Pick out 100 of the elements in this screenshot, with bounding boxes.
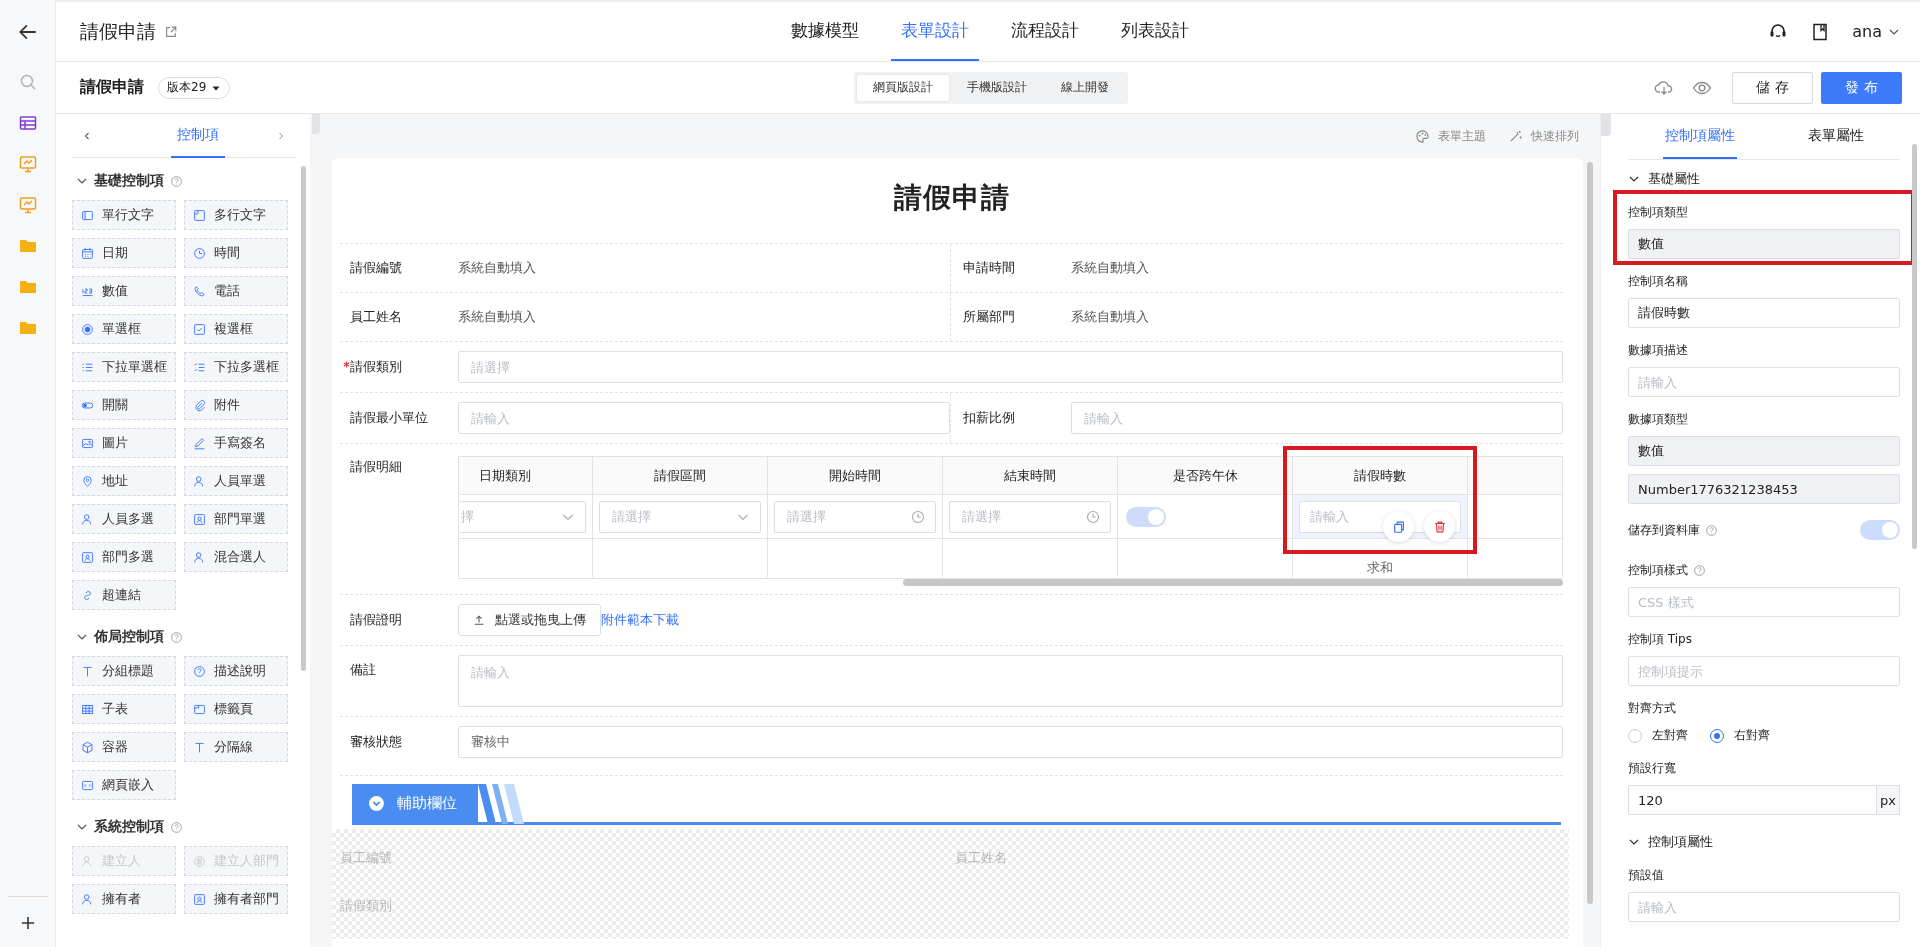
control-item[interactable]: 容器: [72, 732, 176, 762]
id-card-icon: [81, 550, 94, 564]
readonly-field[interactable]: 數值: [1628, 229, 1900, 259]
panel-tab[interactable]: 表單屬性: [1805, 114, 1866, 159]
help-icon[interactable]: [170, 174, 183, 188]
control-item[interactable]: 下拉單選框: [72, 352, 176, 382]
title-icon: [193, 740, 206, 754]
vertical-scrollbar[interactable]: [1587, 162, 1593, 904]
control-item[interactable]: 數值: [72, 276, 176, 306]
control-item[interactable]: 擁有者部門: [184, 884, 288, 914]
help-icon[interactable]: [1705, 523, 1718, 537]
panel-tab[interactable]: 控制項屬性: [1662, 114, 1737, 159]
text-input[interactable]: 請輸入: [1628, 892, 1900, 922]
save-button[interactable]: 儲 存: [1732, 71, 1813, 104]
control-item[interactable]: 標籤頁: [184, 694, 288, 724]
control-item[interactable]: 單選框: [72, 314, 176, 344]
control-item[interactable]: 混合選人: [184, 542, 288, 572]
control-item[interactable]: 開關: [72, 390, 176, 420]
control-item[interactable]: 電話: [184, 276, 288, 306]
text-input[interactable]: 審核中: [458, 726, 1563, 758]
external-link-icon[interactable]: [164, 24, 178, 39]
control-item[interactable]: 人員多選: [72, 504, 176, 534]
readonly-field[interactable]: 數值: [1628, 436, 1900, 466]
control-item[interactable]: 子表: [72, 694, 176, 724]
control-item[interactable]: 超連結: [72, 580, 176, 610]
user-menu[interactable]: ana: [1852, 22, 1900, 41]
pen-icon: [193, 436, 206, 450]
toggle-switch[interactable]: [1126, 506, 1166, 527]
control-item[interactable]: 描述說明: [184, 656, 288, 686]
vertical-scrollbar[interactable]: [301, 166, 306, 671]
presentation-icon[interactable]: [17, 195, 38, 215]
nav-tab[interactable]: 數據模型: [781, 2, 869, 61]
panel-tab[interactable]: 控制項: [171, 114, 225, 158]
help-icon[interactable]: [170, 630, 183, 644]
control-item[interactable]: 地址: [72, 466, 176, 496]
presentation-icon[interactable]: [17, 154, 38, 174]
mode-tab[interactable]: 網頁版設計: [857, 74, 949, 101]
field-label: 請假類別: [340, 897, 393, 915]
number-input[interactable]: 120: [1628, 785, 1877, 815]
help-icon[interactable]: [1693, 564, 1706, 577]
copy-button[interactable]: [1383, 511, 1414, 542]
collapse-handle[interactable]: [312, 114, 320, 134]
theme-button[interactable]: 表單主題: [1415, 127, 1486, 145]
control-item[interactable]: 附件: [184, 390, 288, 420]
control-item[interactable]: 單行文字: [72, 200, 176, 230]
publish-button[interactable]: 發 布: [1821, 71, 1902, 104]
text-input[interactable]: 請輸入: [1071, 402, 1563, 434]
control-item[interactable]: 部門單選: [184, 504, 288, 534]
palette-icon: [1415, 128, 1430, 144]
mode-tab[interactable]: 手機版設計: [951, 74, 1043, 101]
upload-button[interactable]: 點選或拖曳上傳: [458, 604, 601, 636]
text-input[interactable]: 請輸入: [1628, 367, 1900, 397]
control-item[interactable]: 部門多選: [72, 542, 176, 572]
mode-tab[interactable]: 線上開發: [1045, 74, 1125, 101]
vertical-scrollbar[interactable]: [1912, 144, 1917, 549]
link-icon: [81, 588, 94, 602]
control-item[interactable]: 擁有者: [72, 884, 176, 914]
nav-tab[interactable]: 表單設計: [891, 2, 979, 61]
delete-button[interactable]: [1424, 511, 1455, 542]
control-item[interactable]: 分隔線: [184, 732, 288, 762]
chevron-right-icon[interactable]: [276, 130, 286, 141]
field-label: 扣薪比例: [963, 409, 1016, 427]
calendar-icon: [81, 246, 94, 260]
control-item[interactable]: 圖片: [72, 428, 176, 458]
upload-icon: [473, 614, 485, 626]
text-input[interactable]: CSS 樣式: [1628, 587, 1900, 617]
person-icon: [193, 550, 206, 564]
text-input[interactable]: 控制項提示: [1628, 656, 1900, 686]
control-item[interactable]: 手寫簽名: [184, 428, 288, 458]
control-item[interactable]: 多行文字: [184, 200, 288, 230]
text-input[interactable]: 請假時數: [1628, 298, 1900, 328]
nav-tab[interactable]: 列表設計: [1111, 2, 1199, 61]
control-item[interactable]: 下拉多選框: [184, 352, 288, 382]
toggle-switch[interactable]: [1860, 520, 1900, 540]
text-input[interactable]: 請輸入: [458, 402, 950, 434]
control-item[interactable]: 人員單選: [184, 466, 288, 496]
nav-tab[interactable]: 流程設計: [1001, 2, 1089, 61]
field-label: 請假編號: [350, 259, 403, 277]
field-label: 申請時間: [963, 259, 1016, 277]
readonly-field[interactable]: Number1776321238453: [1628, 474, 1900, 504]
collapse-handle[interactable]: [1601, 114, 1611, 136]
control-item[interactable]: 時間: [184, 238, 288, 268]
text-input[interactable]: 請選擇: [458, 351, 1563, 383]
template-download-link[interactable]: 附件範本下載: [601, 611, 679, 629]
text-area[interactable]: 請輸入: [458, 655, 1563, 707]
control-item[interactable]: 複選框: [184, 314, 288, 344]
control-item[interactable]: 網頁嵌入: [72, 770, 176, 800]
help-icon[interactable]: [170, 820, 183, 834]
chevron-left-icon[interactable]: [82, 130, 92, 141]
table-icon[interactable]: [17, 113, 38, 133]
radio-option[interactable]: 左對齊: [1628, 727, 1688, 744]
control-item[interactable]: 分組標題: [72, 656, 176, 686]
clock-icon: [1086, 509, 1100, 524]
radio-option[interactable]: 右對齊: [1710, 727, 1770, 744]
control-item[interactable]: 日期: [72, 238, 176, 268]
column-header: 開始時間: [768, 457, 943, 495]
horizontal-scrollbar[interactable]: [903, 579, 1563, 586]
arrange-button[interactable]: 快速排列: [1508, 127, 1579, 145]
person-icon: [81, 512, 94, 526]
id-card-icon: [193, 892, 206, 906]
